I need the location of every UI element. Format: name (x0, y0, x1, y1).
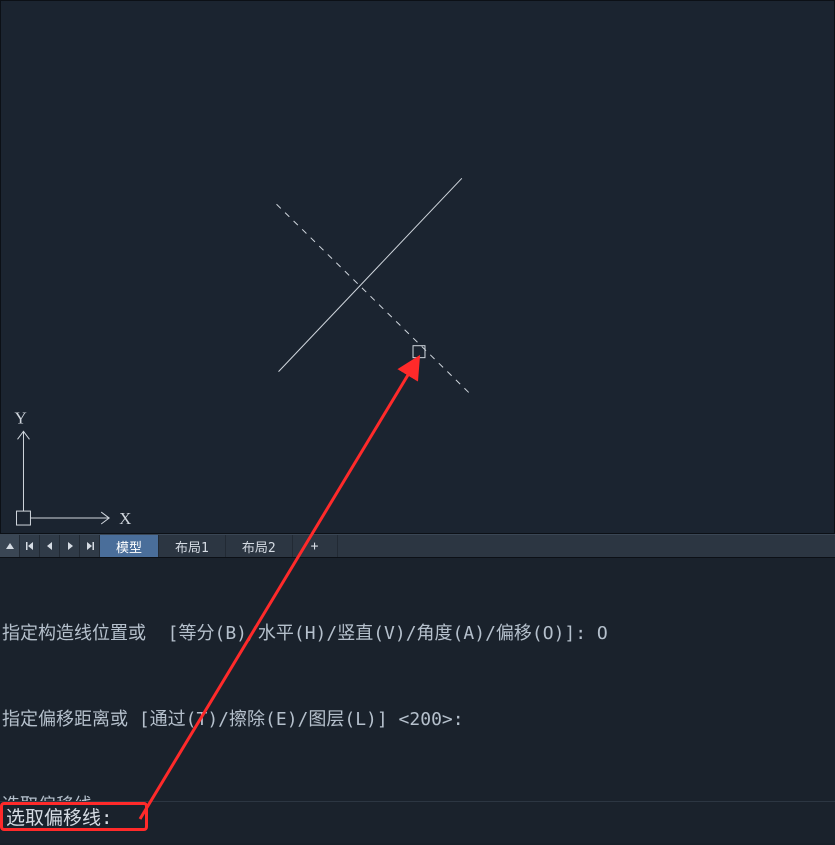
tab-prev-button[interactable] (40, 535, 60, 557)
tab-layout2[interactable]: 布局2 (226, 535, 293, 557)
ucs-x-label: X (119, 509, 131, 528)
tab-label: 布局2 (242, 537, 276, 556)
tab-menu-button[interactable] (0, 535, 20, 557)
ucs-icon: X Y (15, 408, 132, 528)
tab-first-button[interactable] (20, 535, 40, 557)
tab-label: 模型 (116, 537, 142, 556)
triangle-up-icon (5, 541, 15, 551)
tab-layout1[interactable]: 布局1 (159, 535, 226, 557)
command-line[interactable]: 选取偏移线: (0, 801, 835, 831)
layout-tabbar: 模型 布局1 布局2 + (0, 534, 835, 558)
chevron-left-icon (45, 541, 55, 551)
tab-model[interactable]: 模型 (100, 535, 159, 557)
chevron-right-icon (65, 541, 75, 551)
history-line: 指定偏移距离或 [通过(T)/擦除(E)/图层(L)] <200>: (2, 706, 833, 735)
plus-icon: + (311, 539, 319, 554)
history-line: 选取偏移线: (2, 792, 833, 801)
dashed-offset-preview-line (277, 204, 470, 393)
history-line: 指定构造线位置或 [等分(B)/水平(H)/竖直(V)/角度(A)/偏移(O)]… (2, 620, 833, 649)
command-input[interactable] (114, 806, 314, 828)
tab-label: 布局1 (175, 537, 209, 556)
drawing-canvas[interactable]: X Y (0, 0, 835, 534)
solid-construction-line (279, 178, 462, 371)
command-prompt: 选取偏移线: (6, 803, 112, 830)
canvas-svg: X Y (1, 1, 834, 533)
tab-nav-group (0, 535, 100, 557)
skip-last-icon (85, 541, 95, 551)
ucs-y-label: Y (15, 408, 27, 427)
tab-add-button[interactable]: + (293, 535, 338, 557)
skip-first-icon (25, 541, 35, 551)
tab-last-button[interactable] (80, 535, 100, 557)
app-root: X Y 模型 布局1 (0, 0, 835, 845)
footer-spacer (0, 831, 835, 843)
tab-next-button[interactable] (60, 535, 80, 557)
command-history[interactable]: 指定构造线位置或 [等分(B)/水平(H)/竖直(V)/角度(A)/偏移(O)]… (0, 558, 835, 801)
